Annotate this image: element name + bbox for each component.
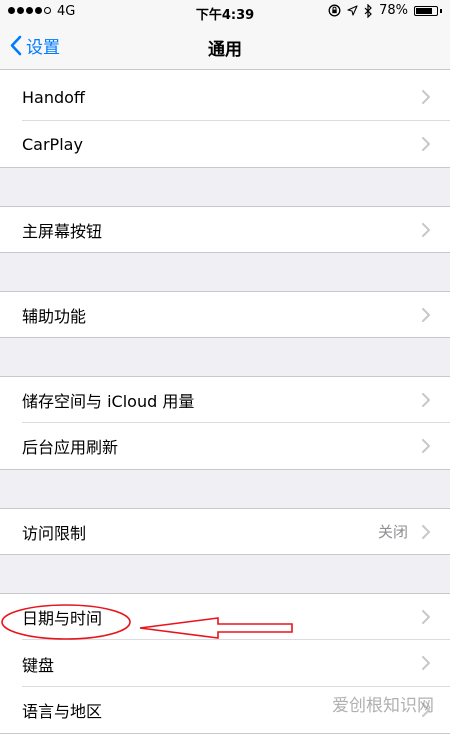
chevron-right-icon	[422, 307, 430, 326]
settings-row-value: 关闭	[377, 523, 408, 541]
chevron-right-icon	[422, 136, 430, 155]
orientation-lock-icon	[328, 4, 341, 17]
settings-row[interactable]: 主屏幕按钮	[0, 206, 450, 253]
settings-row-label: 键盘	[22, 655, 55, 675]
page-title: 通用	[208, 40, 242, 60]
chevron-right-icon	[422, 438, 430, 457]
settings-row[interactable]: 后台应用刷新	[0, 423, 450, 470]
settings-row-label: 主屏幕按钮	[22, 221, 103, 241]
navigation-bar: 设置 通用	[0, 24, 450, 70]
chevron-right-icon	[422, 609, 430, 628]
settings-row-label: 语言与地区	[22, 702, 103, 721]
bluetooth-icon	[364, 3, 372, 18]
chevron-right-icon	[422, 222, 430, 241]
settings-row[interactable]: CarPlay	[0, 121, 450, 168]
settings-row-label: 储存空间与 iCloud 用量	[22, 392, 195, 411]
settings-row[interactable]: 辅助功能	[0, 291, 450, 338]
settings-row[interactable]: 访问限制 关闭	[0, 508, 450, 555]
status-bar: 4G 下午4:39 78%	[0, 0, 450, 24]
battery-icon	[414, 5, 438, 16]
settings-row[interactable]: 日期与时间	[0, 593, 450, 640]
settings-row[interactable]: 键盘	[0, 640, 450, 687]
chevron-right-icon	[422, 392, 430, 411]
settings-row-label: Handoff	[22, 88, 85, 107]
settings-row-label: 辅助功能	[22, 306, 87, 326]
settings-row-label: 日期与时间	[22, 609, 103, 628]
settings-row-label: 访问限制	[22, 523, 87, 543]
settings-list: Handoff CarPlay 主屏幕按钮辅助功能储存空间与 iCloud 用量 后台…	[0, 70, 450, 734]
chevron-right-icon	[422, 524, 430, 543]
watermark: 爱创根知识网	[332, 696, 434, 716]
settings-row-label: 后台应用刷新	[22, 438, 119, 457]
chevron-right-icon	[422, 655, 430, 674]
settings-row-label: CarPlay	[22, 134, 83, 154]
settings-row[interactable]: Handoff	[0, 74, 450, 121]
location-arrow-icon	[347, 5, 358, 16]
battery-percent: 78%	[379, 3, 408, 18]
chevron-right-icon	[422, 89, 430, 108]
settings-row[interactable]: 储存空间与 iCloud 用量	[0, 376, 450, 423]
